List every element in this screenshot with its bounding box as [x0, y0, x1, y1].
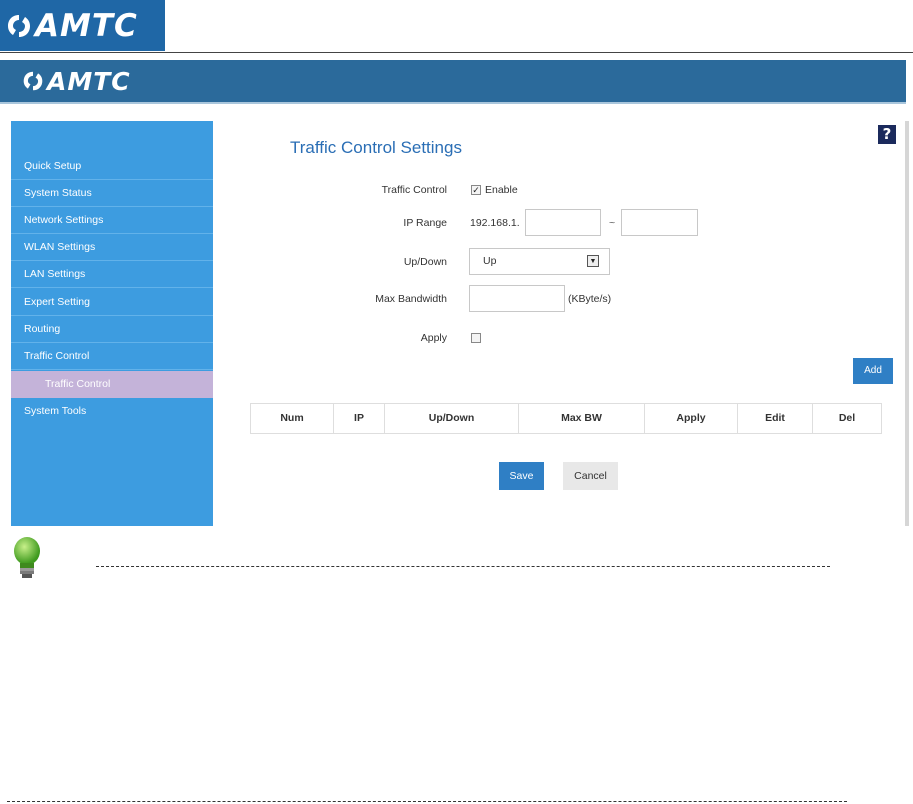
table-header-del: Del — [838, 412, 856, 424]
table-header-num: Num — [251, 404, 334, 433]
sidebar-item-system-tools[interactable]: System Tools — [11, 398, 213, 425]
brand-name: AMTC — [35, 7, 138, 44]
tip-divider-top — [96, 566, 830, 567]
router-ui: AMTC Quick Setup System Status Network S… — [0, 60, 913, 526]
up-down-label: Up/Down — [403, 256, 447, 268]
ip-range-separator: ~ — [609, 217, 616, 229]
sidebar: Quick Setup System Status Network Settin… — [11, 121, 213, 526]
top-banner: AMTC — [0, 60, 906, 102]
lightbulb-icon — [14, 537, 40, 578]
table-header-up-down: Up/Down — [385, 404, 519, 433]
save-button[interactable]: Save — [499, 462, 544, 490]
sidebar-subitem-traffic-control[interactable]: Traffic Control — [11, 371, 213, 398]
table-header-edit: Edit — [738, 404, 813, 433]
table-header-max-bw: Max BW — [519, 404, 645, 433]
page-title: Traffic Control Settings — [290, 138, 462, 157]
apply-checkbox[interactable] — [471, 333, 481, 343]
cancel-button[interactable]: Cancel — [563, 462, 618, 490]
traffic-control-label: Traffic Control — [381, 184, 447, 196]
sidebar-item-system-status[interactable]: System Status — [11, 180, 213, 207]
max-bandwidth-unit: (KByte/s) — [568, 293, 612, 305]
sidebar-item-traffic-control[interactable]: Traffic Control — [11, 343, 213, 370]
content-edge — [905, 121, 909, 526]
dropdown-arrow-icon: ▼ — [587, 255, 599, 267]
max-bandwidth-label: Max Bandwidth — [375, 293, 447, 305]
enable-text: Enable — [485, 184, 518, 196]
ip-start-input[interactable] — [525, 209, 601, 236]
sidebar-item-routing[interactable]: Routing — [11, 316, 213, 343]
banner-brand-name: AMTC — [47, 66, 131, 96]
sidebar-item-expert-setting[interactable]: Expert Setting — [11, 289, 213, 316]
header-divider — [0, 52, 913, 53]
main-content: ? Traffic Control Settings Traffic Contr… — [228, 121, 906, 526]
enable-checkbox[interactable]: ✓ — [471, 185, 481, 195]
apply-label: Apply — [420, 332, 447, 344]
tip-divider-bottom — [7, 801, 847, 802]
ip-end-input[interactable] — [621, 209, 698, 236]
document-logo: AMTC — [0, 0, 165, 51]
max-bandwidth-input[interactable] — [469, 285, 565, 312]
help-icon[interactable]: ? — [878, 125, 896, 144]
sidebar-item-lan-settings[interactable]: LAN Settings — [11, 261, 213, 288]
banner-stripe — [0, 102, 906, 104]
ip-range-label: IP Range — [403, 217, 447, 229]
sidebar-item-wlan-settings[interactable]: WLAN Settings — [11, 234, 213, 261]
up-down-select[interactable]: Up ▼ — [469, 248, 610, 275]
up-down-selected-value: Up — [483, 255, 497, 267]
amtc-logo-icon — [23, 71, 43, 91]
ip-prefix: 192.168.1. — [470, 217, 520, 229]
sidebar-item-network-settings[interactable]: Network Settings — [11, 207, 213, 234]
sidebar-item-quick-setup[interactable]: Quick Setup — [11, 153, 213, 180]
add-button[interactable]: Add — [853, 358, 893, 384]
table-header-ip: IP — [334, 404, 385, 433]
amtc-logo-icon — [8, 14, 30, 37]
rules-table-header: Num IP Up/Down Max BW Apply Edit Del — [250, 403, 882, 434]
table-header-apply: Apply — [645, 404, 738, 433]
